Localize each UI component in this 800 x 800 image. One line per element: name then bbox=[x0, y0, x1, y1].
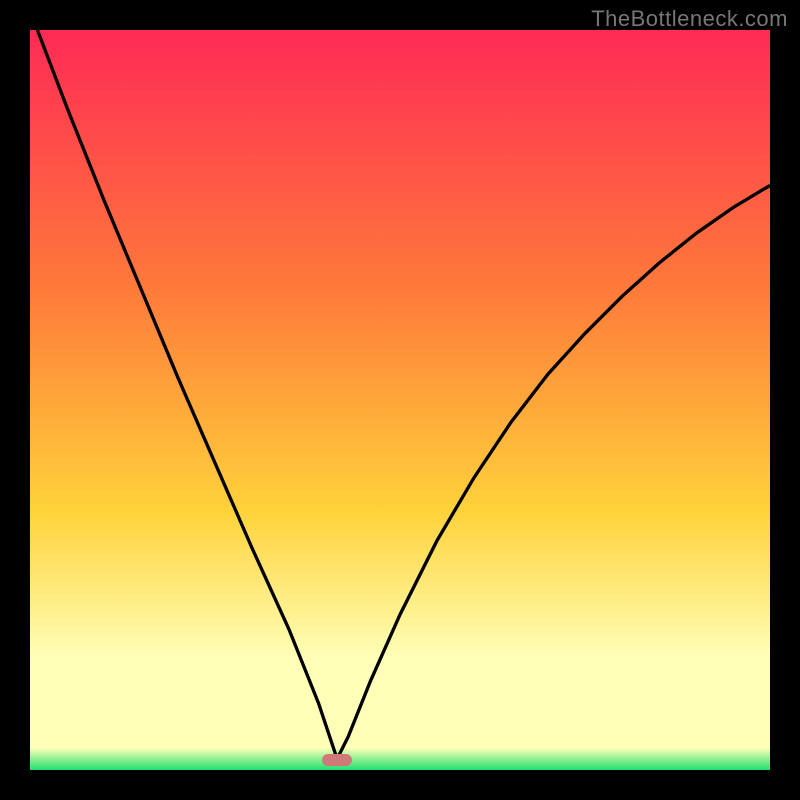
outer-frame: TheBottleneck.com bbox=[0, 0, 800, 800]
bottleneck-curve bbox=[30, 30, 770, 770]
minimum-marker bbox=[322, 754, 352, 766]
curve-right-branch bbox=[337, 185, 770, 759]
curve-left-branch bbox=[37, 30, 337, 759]
plot-area bbox=[30, 30, 770, 770]
watermark-text: TheBottleneck.com bbox=[591, 6, 788, 32]
